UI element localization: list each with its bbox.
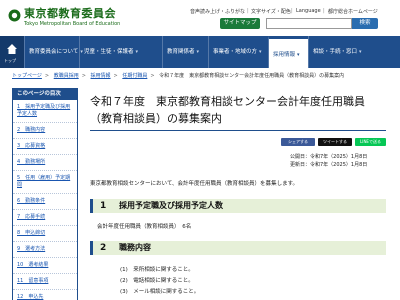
toc-item[interactable]: 4 勤務場所: [13, 155, 77, 171]
sitemap-button[interactable]: サイトマップ: [220, 18, 260, 29]
breadcrumb-link-fixed-term[interactable]: 任期付職員: [122, 73, 147, 79]
duty-list-item: (2) 電話相談に関すること。: [120, 278, 194, 284]
facebook-share-button[interactable]: シェアする: [281, 138, 315, 146]
toc-item[interactable]: 5 任用（雇用）予定期間: [13, 171, 77, 194]
toc-sidebar: このページの目次 1 採用予定職及び採用予定人数 2 職務内容 3 応募資格 4…: [12, 88, 78, 300]
published-date: 公開日：令和7年（2025）1月8日: [290, 154, 368, 160]
toc-item[interactable]: 8 申込締切: [13, 226, 77, 242]
duty-list-item: (3) メール相談に関すること。: [120, 289, 200, 295]
nav-home-label: トップ: [4, 58, 16, 63]
nav-item-label: 教育関係者: [167, 49, 195, 55]
section-body: 会計年度任用職員（教育相談員） 6名: [97, 224, 192, 230]
util-separator: |: [291, 8, 293, 14]
section-heading: 2 職務内容: [90, 241, 386, 255]
section-title: 採用予定職及び採用予定人数: [119, 201, 223, 210]
nav-item-label: 相談・手続・窓口: [313, 49, 358, 55]
line-share-button[interactable]: LINEで送る: [355, 138, 386, 146]
breadcrumb-link-top[interactable]: トップページ: [12, 73, 42, 79]
section-number: 1: [100, 201, 107, 211]
title-divider: [90, 130, 386, 131]
chevron-down-icon: ▾: [297, 52, 300, 58]
util-link-font-size[interactable]: 文字サイズ・配色: [251, 8, 291, 15]
duty-list-item: (1) 来所相談に関すること。: [120, 267, 194, 273]
home-icon: [7, 44, 17, 54]
page-title: 令和７年度 東京都教育相談センター会計年度任用職員（教育相談員）の募集案内: [90, 95, 365, 125]
breadcrumb-separator: >: [44, 73, 50, 79]
site-logo-subtitle: Tokyo Metropolitan Board of Education: [24, 21, 121, 27]
section-title: 職務内容: [119, 243, 151, 252]
section-heading: 1 採用予定職及び採用予定人数: [90, 199, 386, 213]
util-separator: |: [323, 8, 325, 14]
chevron-down-icon: ▾: [359, 49, 362, 55]
tokyo-logo-icon: [8, 9, 21, 22]
nav-item-label: 事業者・地域の方: [213, 49, 258, 55]
nav-item-educators[interactable]: 教育関係者 ▾: [162, 36, 208, 68]
util-link-metro-gov[interactable]: 都庁総合ホームページ: [328, 8, 378, 15]
nav-item-consult-procedures[interactable]: 相談・手続・窓口 ▾: [308, 36, 400, 68]
intro-paragraph: 東京都教育相談センターにおいて、会計年度任用職員（教育相談員）を募集します。: [90, 181, 299, 187]
nav-item-label: 児童・生徒・保護者: [84, 49, 134, 55]
nav-item-label: 教育委員会について: [29, 49, 79, 55]
breadcrumb-separator: >: [81, 73, 86, 79]
chevron-down-icon: ▾: [196, 49, 200, 55]
breadcrumb-separator: >: [113, 73, 118, 79]
breadcrumb-link-recruitment-info[interactable]: 採用情報: [91, 73, 111, 79]
nav-item-business-community[interactable]: 事業者・地域の方 ▾: [208, 36, 268, 68]
toc-item[interactable]: 2 職務内容: [13, 123, 77, 139]
site-logo-title[interactable]: 東京都教育委員会: [24, 5, 116, 21]
breadcrumb-separator: >: [150, 73, 155, 79]
x-share-button[interactable]: ツイートする: [318, 138, 352, 146]
breadcrumb: トップページ > 教職員採用 > 採用情報 > 任期付職員 > 令和７年度 東京都教育相…: [12, 72, 344, 79]
breadcrumb-current: 令和７年度 東京都教育相談センター会計年度任用職員（教育相談員）の募集案内: [159, 73, 345, 79]
breadcrumb-link-teacher-recruitment[interactable]: 教職員採用: [54, 73, 79, 79]
search-input[interactable]: [266, 18, 352, 29]
toc-item[interactable]: 1 採用予定職及び採用予定人数: [13, 100, 77, 123]
search-button[interactable]: 検索: [352, 18, 378, 29]
util-separator: |: [247, 8, 249, 14]
toc-item[interactable]: 11 留意事項: [13, 274, 77, 290]
util-link-language[interactable]: Language: [296, 8, 321, 14]
toc-item[interactable]: 6 勤務条件: [13, 194, 77, 210]
toc-item[interactable]: 12 申込先: [13, 290, 77, 300]
toc-item[interactable]: 9 選考方法: [13, 242, 77, 258]
nav-item-about-board[interactable]: 教育委員会について ▾: [24, 36, 83, 68]
toc-item[interactable]: 3 応募資格: [13, 139, 77, 155]
nav-item-students-parents[interactable]: 児童・生徒・保護者 ▾: [79, 36, 162, 68]
chevron-down-icon: ▾: [135, 49, 139, 55]
toc-title: このページの目次: [13, 89, 77, 100]
util-link-furigana[interactable]: 音声読み上げ・ふりがな: [190, 8, 245, 15]
toc-item[interactable]: 7 応募手続: [13, 210, 77, 226]
toc-item[interactable]: 10 選考結果: [13, 258, 77, 274]
updated-date: 更新日：令和7年（2025）1月8日: [290, 162, 368, 168]
nav-item-label: 採用情報: [273, 52, 296, 58]
section-number: 2: [100, 243, 107, 253]
chevron-down-icon: ▾: [259, 49, 262, 55]
nav-item-recruitment[interactable]: 採用情報 ▾: [268, 36, 308, 68]
